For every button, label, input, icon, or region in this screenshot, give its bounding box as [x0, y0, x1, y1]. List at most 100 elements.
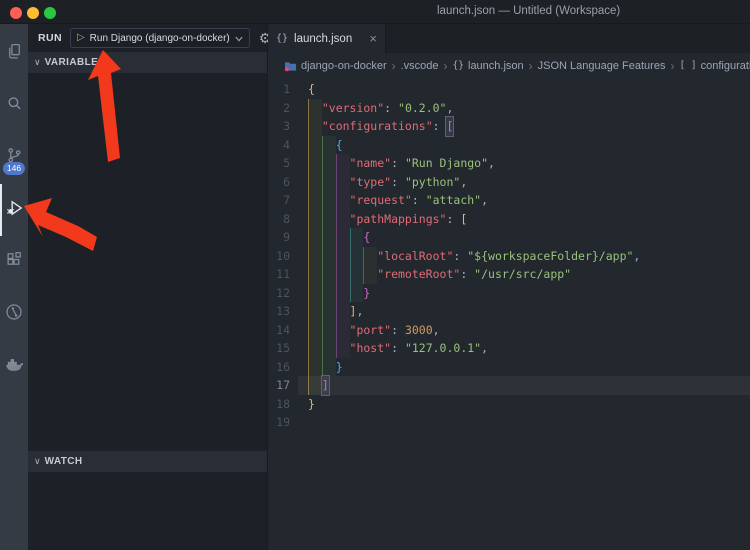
code-line: 6"type": "python", — [268, 173, 750, 192]
code-token: , — [481, 191, 488, 210]
line-number: 18 — [268, 395, 298, 414]
indent-guide — [308, 228, 322, 247]
line-content: "pathMappings": [ — [308, 210, 467, 229]
code-token: [ — [460, 210, 467, 229]
start-debug-icon[interactable]: ▷ — [77, 33, 85, 43]
indent-guide — [322, 136, 336, 155]
zoom-window-button[interactable] — [44, 7, 56, 19]
code-token: "Run Django" — [405, 154, 488, 173]
code-token: "type" — [350, 173, 392, 192]
tab-label: launch.json — [294, 33, 363, 45]
code-token: ] — [350, 302, 357, 321]
indent-guide — [308, 117, 322, 136]
code-line: 12} — [268, 284, 750, 303]
code-token: "${workspaceFolder}/app" — [467, 247, 633, 266]
tab-launch-json[interactable]: {} launch.json × — [268, 24, 386, 53]
run-config-dropdown[interactable]: ▷ Run Django (django-on-docker) — [70, 28, 250, 48]
indent-guide — [336, 321, 350, 340]
code-token: [ — [446, 117, 453, 136]
code-token: , — [481, 339, 488, 358]
code-editor[interactable]: 1{2"version": "0.2.0",3"configurations":… — [268, 78, 750, 550]
code-token: , — [633, 247, 640, 266]
code-token: "version" — [322, 99, 384, 118]
minimize-window-button[interactable] — [27, 7, 39, 19]
indent-guide — [308, 302, 322, 321]
sidebar-item-extensions[interactable] — [0, 236, 28, 288]
code-token: : — [433, 117, 447, 136]
breadcrumb-item-json-language-features[interactable]: JSON Language Features — [538, 60, 666, 72]
indent-guide — [308, 136, 322, 155]
sidebar-item-explorer[interactable] — [0, 28, 28, 80]
indent-guide — [363, 247, 377, 266]
indent-guide — [350, 228, 364, 247]
code-line: 18} — [268, 395, 750, 414]
indent-guide — [322, 265, 336, 284]
code-line: 11"remoteRoot": "/usr/src/app" — [268, 265, 750, 284]
variables-section-title: VARIABLES — [45, 57, 106, 68]
code-line: 16} — [268, 358, 750, 377]
watch-section-body — [28, 472, 267, 550]
line-number: 9 — [268, 228, 298, 247]
breadcrumb-separator: › — [392, 59, 396, 73]
code-token: "request" — [350, 191, 412, 210]
chevron-down-icon — [235, 29, 243, 47]
files-icon — [6, 43, 23, 65]
code-token: ] — [322, 376, 329, 395]
docker-icon — [5, 355, 23, 378]
code-token: "python" — [405, 173, 460, 192]
indent-guide — [308, 99, 322, 118]
line-content: "configurations": [ — [308, 117, 453, 136]
line-number: 19 — [268, 413, 298, 432]
breadcrumb-item-configurations[interactable]: [ ] configurations — [679, 60, 750, 72]
sidebar-item-run-and-debug[interactable] — [0, 184, 28, 236]
line-number: 17 — [268, 376, 298, 395]
line-number: 12 — [268, 284, 298, 303]
indent-guide — [308, 265, 322, 284]
window-title: launch.json — Untitled (Workspace) — [437, 5, 620, 17]
sidebar-item-search[interactable] — [0, 80, 28, 132]
current-line-highlight — [298, 376, 750, 395]
indent-guide — [350, 247, 364, 266]
code-line: 19 — [268, 413, 750, 432]
line-content: "type": "python", — [308, 173, 467, 192]
variables-section-body — [28, 73, 267, 451]
code-token: "configurations" — [322, 117, 433, 136]
watch-section-header[interactable]: ∨ WATCH — [28, 451, 267, 472]
indent-guide — [350, 284, 364, 303]
breadcrumb-item-vscode-folder[interactable]: .vscode — [401, 60, 439, 72]
code-line: 8"pathMappings": [ — [268, 210, 750, 229]
code-token: : — [446, 210, 460, 229]
close-window-button[interactable] — [10, 7, 22, 19]
indent-guide — [322, 247, 336, 266]
indent-guide — [308, 247, 322, 266]
code-token: : — [391, 321, 405, 340]
indent-guide — [350, 265, 364, 284]
code-token: "port" — [350, 321, 392, 340]
run-panel: RUN ▷ Run Django (django-on-docker) ⚙ — [28, 24, 268, 550]
extensions-icon — [6, 251, 23, 273]
indent-guide — [308, 284, 322, 303]
line-content: "name": "Run Django", — [308, 154, 495, 173]
code-token: "remoteRoot" — [377, 265, 460, 284]
line-number: 3 — [268, 117, 298, 136]
indent-guide — [336, 339, 350, 358]
breadcrumb-item-workspace[interactable]: django-on-docker — [284, 60, 387, 72]
sidebar-item-source-control[interactable]: 146 — [0, 132, 28, 184]
indent-guide — [322, 302, 336, 321]
run-toolbar: RUN ▷ Run Django (django-on-docker) ⚙ — [28, 24, 267, 52]
sidebar-item-gitlens[interactable] — [0, 288, 28, 340]
indent-guide — [336, 265, 350, 284]
sidebar-item-docker[interactable] — [0, 340, 28, 392]
variables-section-header[interactable]: ∨ VARIABLES — [28, 52, 267, 73]
code-line: 14"port": 3000, — [268, 321, 750, 340]
indent-guide — [363, 265, 377, 284]
breadcrumb-item-file[interactable]: {} launch.json — [453, 60, 524, 72]
code-token: { — [308, 80, 315, 99]
code-token: , — [446, 99, 453, 118]
array-icon: [ ] — [679, 60, 696, 71]
close-tab-icon[interactable]: × — [369, 31, 377, 46]
line-number: 16 — [268, 358, 298, 377]
indent-guide — [308, 376, 322, 395]
line-number: 11 — [268, 265, 298, 284]
indent-guide — [322, 173, 336, 192]
